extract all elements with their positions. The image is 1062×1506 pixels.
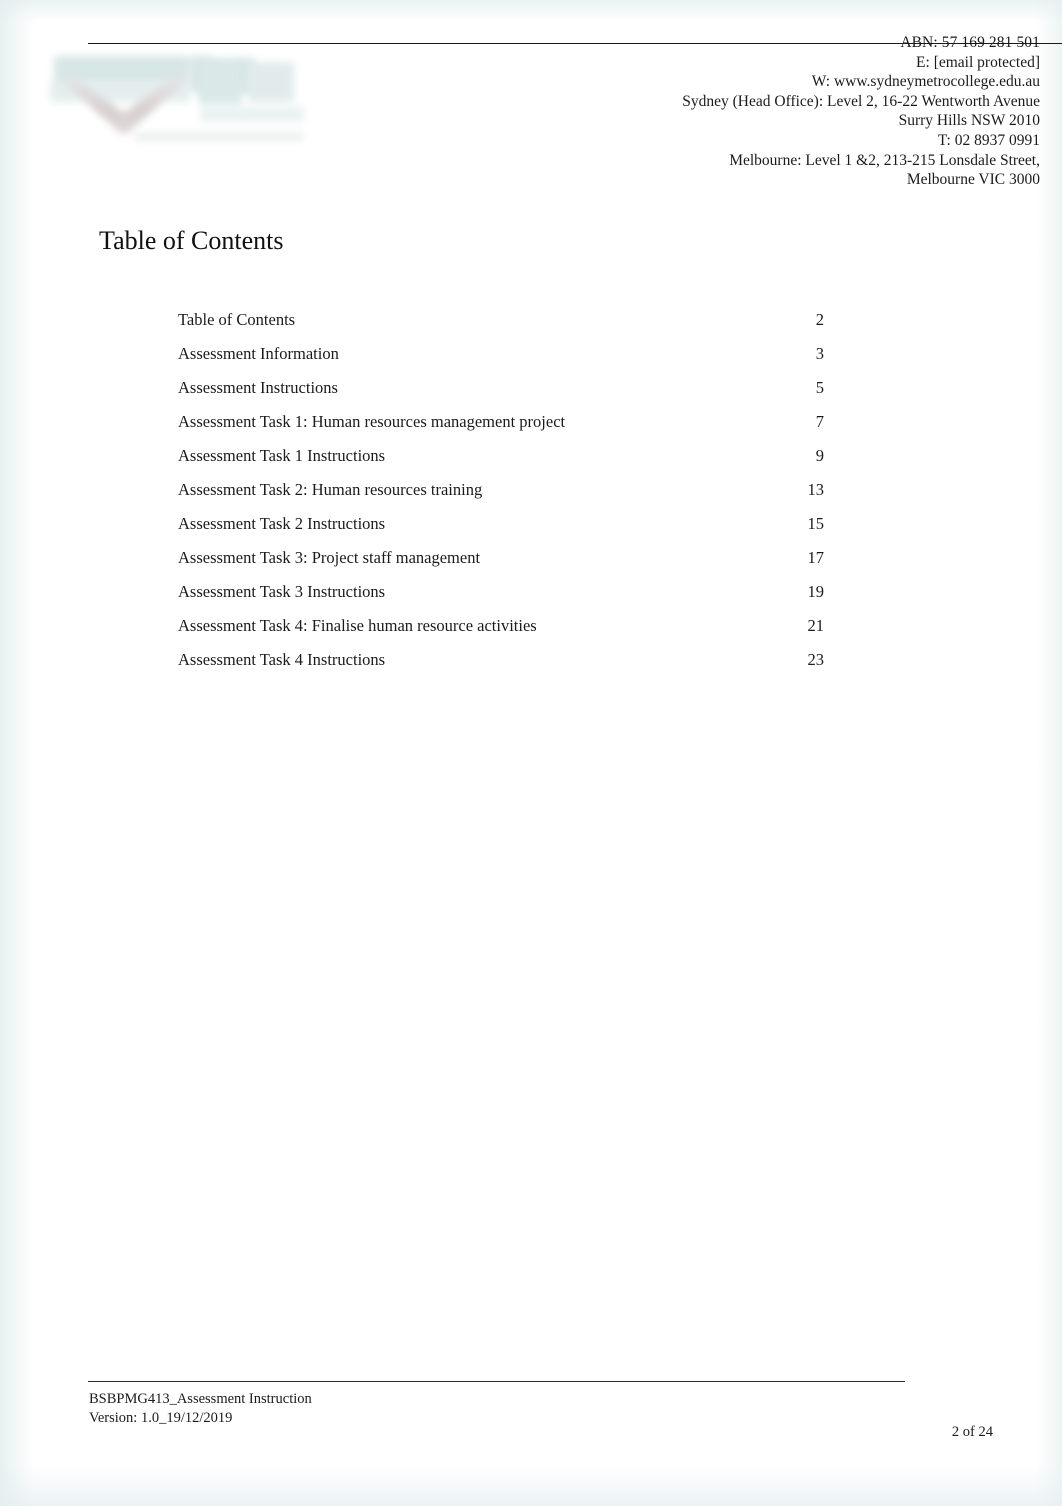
toc-entry-label: Assessment Instructions (178, 378, 338, 397)
toc-entry-page: 5 (815, 378, 824, 397)
toc-entry-page: 15 (807, 514, 825, 533)
toc-entry-label: Table of Contents (178, 310, 296, 329)
header-divider (88, 43, 1062, 44)
email-text: E: [email protected] (916, 53, 1040, 71)
toc-entry-label: Assessment Task 2: Human resources train… (178, 480, 483, 499)
footer-divider (88, 1381, 905, 1382)
toc-entry-page: 21 (807, 616, 825, 635)
page-number: 2 of 24 (951, 1424, 993, 1440)
header-contact-block: ABN: 57 169 281 501 E: [email protected]… (380, 33, 1040, 190)
toc-entry-page: 3 (815, 344, 824, 363)
toc-entry-label: Assessment Information (178, 344, 339, 363)
toc-entry[interactable]: Assessment Task 3 Instructions 19 (178, 575, 824, 609)
toc-entry-label: Assessment Task 4: Finalise human resour… (178, 616, 537, 635)
toc-entry-label: Assessment Task 3 Instructions (178, 582, 386, 601)
toc-entry-page: 2 (815, 310, 824, 329)
website-text: W: www.sydneymetrocollege.edu.au (811, 73, 1040, 91)
phone-text: T: 02 8937 0991 (937, 131, 1040, 149)
toc-entry-label: Assessment Task 1 Instructions (178, 446, 386, 465)
toc-entry-page: 13 (807, 480, 825, 499)
table-of-contents: Table of Contents 2 Assessment Informati… (178, 303, 824, 677)
toc-entry-label: Assessment Task 4 Instructions (178, 650, 386, 669)
toc-entry-page: 23 (807, 650, 825, 669)
toc-entry-page: 17 (807, 548, 825, 567)
college-logo (48, 50, 320, 155)
toc-entry[interactable]: Assessment Task 4: Finalise human resour… (178, 609, 824, 643)
toc-entry-label: Assessment Task 3: Project staff managem… (178, 548, 481, 567)
toc-entry[interactable]: Assessment Task 4 Instructions 23 (178, 643, 824, 677)
melbourne-address-line-2: Melbourne VIC 3000 (906, 171, 1040, 189)
toc-entry-label: Assessment Task 2 Instructions (178, 514, 386, 533)
page-header: ABN: 57 169 281 501 E: [email protected]… (0, 0, 1062, 200)
sydney-address-line-1: Sydney (Head Office): Level 2, 16-22 Wen… (682, 92, 1040, 110)
toc-entry-page: 9 (815, 446, 824, 465)
toc-entry-label: Assessment Task 1: Human resources manag… (178, 412, 566, 431)
page-title: Table of Contents (99, 226, 284, 255)
toc-entry[interactable]: Assessment Task 2: Human resources train… (178, 473, 824, 507)
footer-document-code: BSBPMG413_Assessment Instruction (89, 1391, 312, 1407)
toc-entry[interactable]: Assessment Instructions 5 (178, 371, 824, 405)
document-page: ABN: 57 169 281 501 E: [email protected]… (0, 0, 1062, 1506)
toc-entry[interactable]: Assessment Task 1 Instructions 9 (178, 439, 824, 473)
toc-entry-page: 7 (815, 412, 824, 431)
toc-entry[interactable]: Assessment Task 3: Project staff managem… (178, 541, 824, 575)
toc-entry-page: 19 (807, 582, 825, 601)
toc-entry[interactable]: Table of Contents 2 (178, 303, 824, 337)
sydney-address-line-2: Surry Hills NSW 2010 (898, 112, 1040, 130)
melbourne-address-line-1: Melbourne: Level 1 &2, 213-215 Lonsdale … (729, 151, 1040, 169)
toc-entry[interactable]: Assessment Information 3 (178, 337, 824, 371)
toc-entry[interactable]: Assessment Task 2 Instructions 15 (178, 507, 824, 541)
footer-text-block: BSBPMG413_Assessment Instruction Version… (89, 1390, 312, 1427)
toc-entry[interactable]: Assessment Task 1: Human resources manag… (178, 405, 824, 439)
